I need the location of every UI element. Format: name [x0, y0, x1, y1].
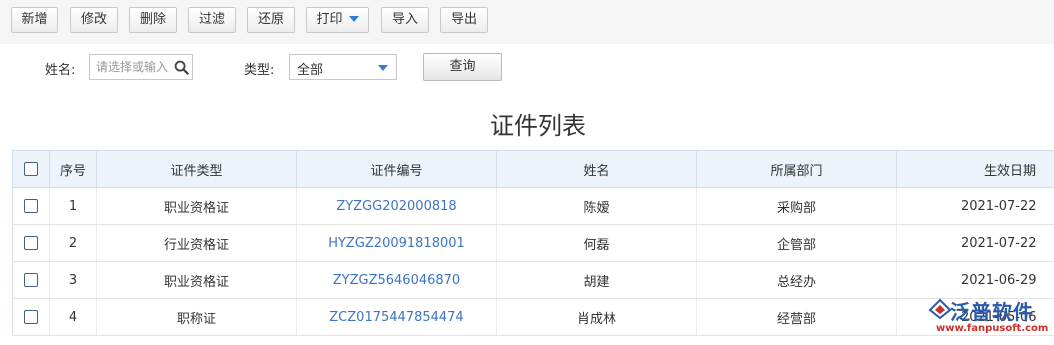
row-no: 2	[49, 224, 97, 262]
row-effective-date: 2021-07-22	[896, 187, 1054, 225]
watermark-url: www.fanpusoft.com	[936, 323, 1049, 334]
row-no: 1	[49, 187, 97, 225]
table-row[interactable]: 2 行业资格证 HYZGZ20091818001 何磊 企管部 2021-07-…	[12, 224, 1054, 262]
select-all-cell	[12, 150, 50, 188]
table-row[interactable]: 4 职称证 ZCZ0175447854474 肖成林 经营部 2021-05-0…	[12, 298, 1054, 336]
row-cert-code-link[interactable]: HYZGZ20091818001	[296, 224, 497, 262]
row-cert-code-link[interactable]: ZYZGG202000818	[296, 187, 497, 225]
table-header-row: 序号 证件类型 证件编号 姓名 所属部门 生效日期	[12, 150, 1054, 188]
row-cert-type: 职业资格证	[96, 261, 297, 299]
row-department: 采购部	[696, 187, 897, 225]
delete-button[interactable]: 删除	[129, 7, 177, 33]
row-effective-date: 2021-07-22	[896, 224, 1054, 262]
row-select-cell	[12, 298, 50, 336]
row-select-cell	[12, 261, 50, 299]
row-cert-code-link[interactable]: ZYZGZ5646046870	[296, 261, 497, 299]
watermark-text: 泛普软件	[950, 300, 1034, 324]
row-select-cell	[12, 187, 50, 225]
import-button[interactable]: 导入	[381, 7, 429, 33]
fanpu-logo-icon	[928, 298, 952, 320]
type-select-value: 全部	[297, 63, 324, 78]
table-row[interactable]: 3 职业资格证 ZYZGZ5646046870 胡建 总经办 2021-06-2…	[12, 261, 1054, 299]
row-department: 经营部	[696, 298, 897, 336]
header-cert-type[interactable]: 证件类型	[96, 150, 297, 188]
toolbar: 新增 修改 删除 过滤 还原 打印 导入 导出	[0, 0, 1054, 44]
row-no: 3	[49, 261, 97, 299]
name-search-input[interactable]	[90, 55, 174, 79]
restore-button[interactable]: 还原	[247, 7, 295, 33]
row-department: 总经办	[696, 261, 897, 299]
print-button[interactable]: 打印	[306, 7, 369, 33]
row-department: 企管部	[696, 224, 897, 262]
export-button[interactable]: 导出	[440, 7, 488, 33]
row-name: 肖成林	[496, 298, 697, 336]
name-label: 姓名:	[45, 63, 76, 78]
edit-button[interactable]: 修改	[70, 7, 118, 33]
certificate-table: 序号 证件类型 证件编号 姓名 所属部门 生效日期 1 职业资格证 ZYZGG2…	[12, 150, 1054, 336]
dropdown-arrow-icon	[378, 65, 388, 71]
watermark-logo: 泛普软件 www.fanpusoft.com	[928, 296, 1054, 340]
type-select[interactable]: 全部	[289, 54, 397, 80]
print-button-label: 打印	[316, 12, 343, 27]
page-title: 证件列表	[490, 112, 586, 140]
name-search-box	[89, 54, 193, 80]
header-no[interactable]: 序号	[49, 150, 97, 188]
header-name[interactable]: 姓名	[496, 150, 697, 188]
row-checkbox[interactable]	[24, 273, 38, 287]
row-cert-code-link[interactable]: ZCZ0175447854474	[296, 298, 497, 336]
header-cert-code[interactable]: 证件编号	[296, 150, 497, 188]
row-select-cell	[12, 224, 50, 262]
table-row[interactable]: 1 职业资格证 ZYZGG202000818 陈嫒 采购部 2021-07-22	[12, 187, 1054, 225]
search-icon[interactable]	[174, 60, 189, 75]
row-no: 4	[49, 298, 97, 336]
row-checkbox[interactable]	[24, 236, 38, 250]
row-cert-type: 行业资格证	[96, 224, 297, 262]
row-name: 胡建	[496, 261, 697, 299]
header-effective-date[interactable]: 生效日期	[896, 150, 1054, 188]
row-cert-type: 职称证	[96, 298, 297, 336]
row-checkbox[interactable]	[24, 199, 38, 213]
select-all-checkbox[interactable]	[24, 162, 38, 176]
caret-down-icon	[348, 15, 359, 22]
row-name: 何磊	[496, 224, 697, 262]
row-cert-type: 职业资格证	[96, 187, 297, 225]
header-department[interactable]: 所属部门	[696, 150, 897, 188]
add-button[interactable]: 新增	[11, 7, 58, 33]
row-checkbox[interactable]	[24, 310, 38, 324]
type-label: 类型:	[244, 63, 275, 78]
filter-button[interactable]: 过滤	[188, 7, 236, 33]
query-button[interactable]: 查询	[423, 53, 502, 81]
row-name: 陈嫒	[496, 187, 697, 225]
row-effective-date: 2021-06-29	[896, 261, 1054, 299]
